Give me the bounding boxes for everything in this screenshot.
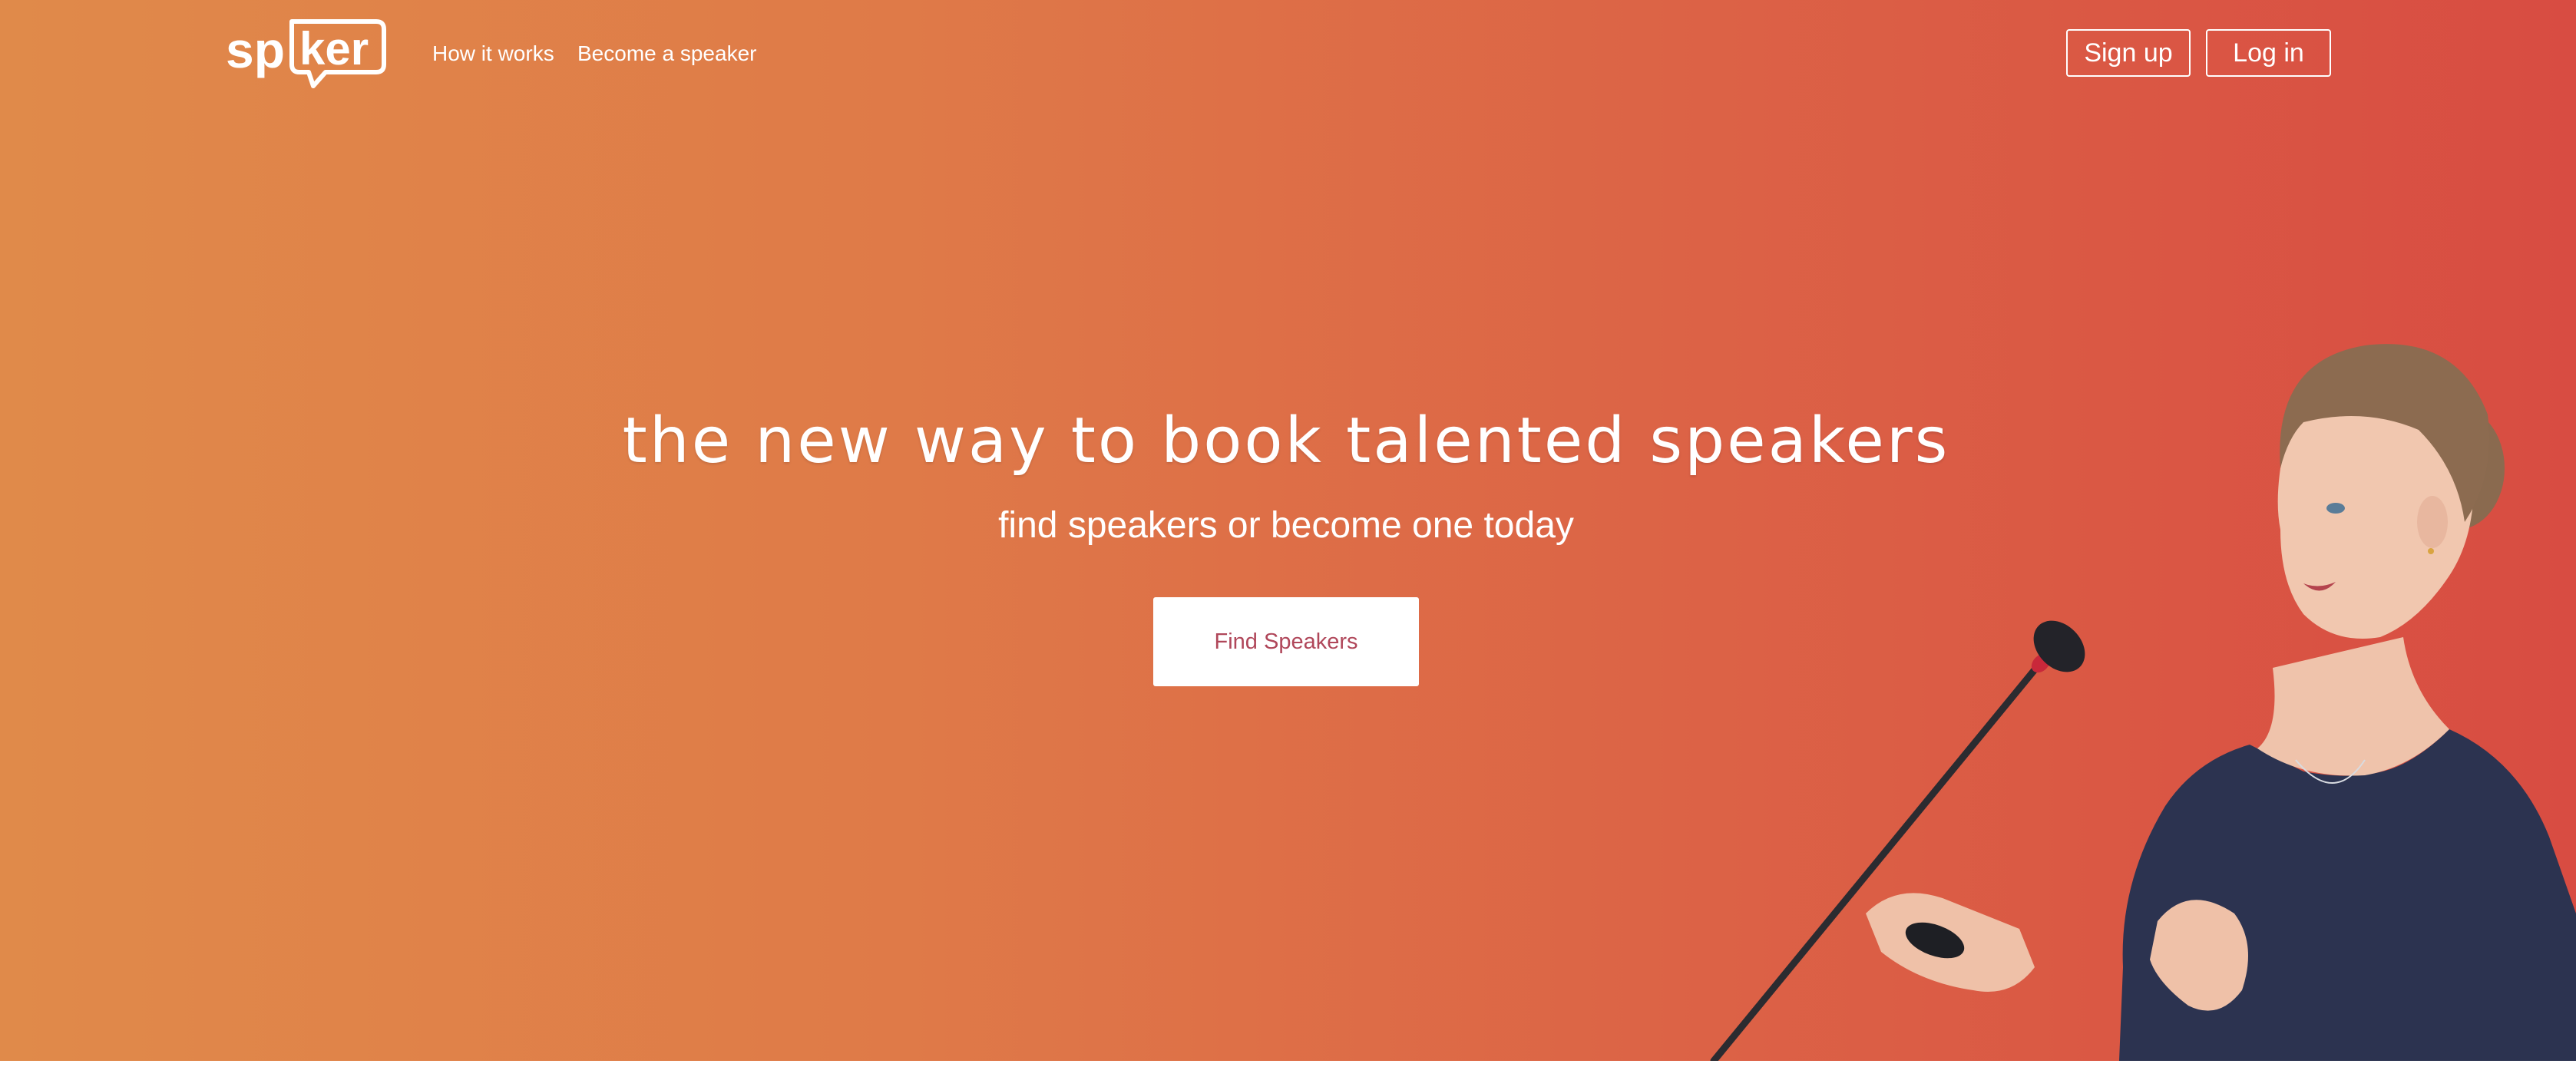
speaker-ear: [2417, 496, 2448, 548]
microphone-stand: [1710, 664, 2040, 1061]
nav-link-become-a-speaker[interactable]: Become a speaker: [577, 38, 756, 69]
logo-text-ker: ker: [299, 23, 369, 74]
spker-logo[interactable]: sp ker: [226, 17, 387, 92]
find-speakers-button[interactable]: Find Speakers: [1153, 597, 1419, 686]
speaker-photo: [1710, 344, 2576, 1061]
signup-button[interactable]: Sign up: [2066, 29, 2191, 77]
nav-link-how-it-works[interactable]: How it works: [432, 38, 554, 69]
login-button[interactable]: Log in: [2206, 29, 2331, 77]
hero-section: sp ker How it works Become a speaker Sig…: [0, 0, 2576, 1061]
logo-text-sp: sp: [226, 21, 285, 78]
speaker-eye: [2326, 503, 2345, 514]
speaker-earring: [2428, 548, 2434, 554]
page-bottom-divider: [0, 1061, 2576, 1067]
